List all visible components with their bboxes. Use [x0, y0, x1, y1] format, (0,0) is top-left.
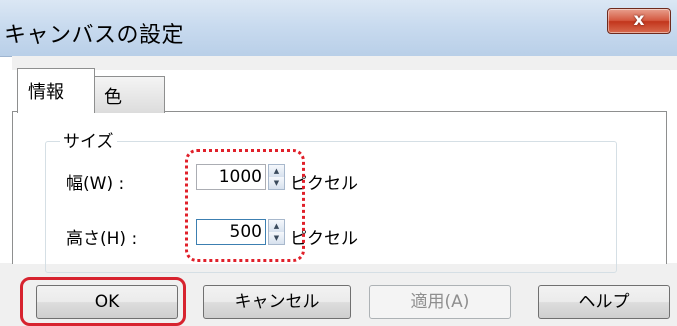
window-title: キャンバスの設定 — [4, 23, 185, 48]
tab-strip — [12, 56, 677, 70]
height-label: 高さ(H) : — [66, 229, 138, 249]
title-bar[interactable]: キャンバスの設定 x — [0, 0, 677, 57]
tab-info-label: 情報 — [28, 82, 64, 103]
size-group-box — [45, 141, 617, 273]
tab-color-label: 色 — [104, 87, 122, 108]
tab-info[interactable]: 情報 — [17, 68, 95, 113]
tab-color[interactable]: 色 — [93, 76, 165, 113]
ok-button-highlight — [20, 277, 186, 326]
size-group-label: サイズ — [60, 127, 117, 152]
width-label: 幅(W) : — [66, 174, 125, 194]
close-button[interactable]: x — [607, 8, 671, 34]
close-icon: x — [633, 10, 645, 30]
apply-button[interactable]: 適用(A) — [369, 285, 511, 319]
cancel-button[interactable]: キャンセル — [203, 285, 351, 319]
help-button[interactable]: ヘルプ — [538, 285, 670, 319]
size-fields-highlight — [185, 149, 305, 262]
